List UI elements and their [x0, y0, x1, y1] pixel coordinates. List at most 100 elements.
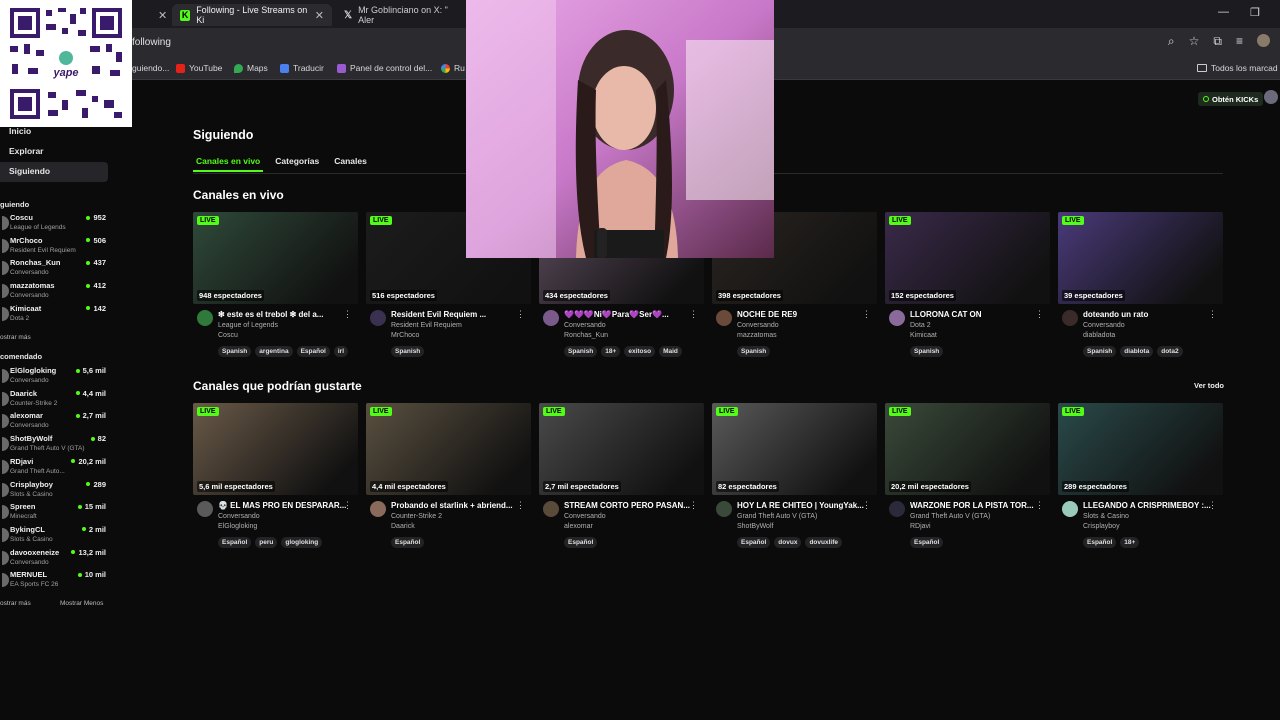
channel-name[interactable]: Ronchas_Kun	[564, 332, 608, 339]
tag-chip[interactable]: dovuxlife	[805, 537, 842, 548]
more-options-icon[interactable]: ⋮	[516, 500, 525, 511]
bookmark-star-icon[interactable]: ☆	[1189, 34, 1200, 49]
extensions-icon[interactable]: ⧉	[1213, 34, 1222, 49]
get-kicks-button[interactable]: Obtén KICKs	[1198, 92, 1264, 106]
more-options-icon[interactable]: ⋮	[689, 500, 698, 511]
tag-chip[interactable]: argentina	[255, 346, 293, 357]
stream-title[interactable]: WARZONE POR LA PISTA TOR...	[910, 501, 1040, 510]
sidebar-channel[interactable]: ShotByWolf Grand Theft Auto V (GTA) 82	[0, 434, 110, 456]
more-options-icon[interactable]: ⋮	[862, 500, 871, 511]
more-options-icon[interactable]: ⋮	[689, 309, 698, 320]
stream-category[interactable]: Conversando	[1083, 322, 1125, 329]
stream-title[interactable]: ❇ este es el trebol ❇ del a...	[218, 310, 348, 319]
stream-card[interactable]: LIVE 39 espectadores doteando un rato ⋮ Conv…	[1058, 212, 1223, 362]
tag-chip[interactable]: Spanish	[218, 346, 252, 357]
channel-avatar[interactable]	[889, 310, 905, 326]
more-options-icon[interactable]: ⋮	[343, 309, 352, 320]
tag-chip[interactable]: Español	[218, 537, 252, 548]
sidebar-channel[interactable]: Coscu League of Legends 952	[0, 213, 110, 235]
stream-category[interactable]: League of Legends	[218, 322, 278, 329]
channel-avatar[interactable]	[370, 501, 386, 517]
sidebar-channel[interactable]: Daarick Counter-Strike 2 4,4 mil	[0, 389, 110, 411]
bookmark-maps[interactable]: Maps	[234, 63, 268, 73]
stream-title[interactable]: doteando un rato	[1083, 310, 1213, 319]
stream-category[interactable]: Grand Theft Auto V (GTA)	[910, 513, 990, 520]
tab-close-previous[interactable]: ✕	[150, 4, 167, 26]
tag-chip[interactable]: diablota	[1120, 346, 1154, 357]
stream-card[interactable]: LIVE 152 espectadores LLORONA CAT ON ⋮ Dota …	[885, 212, 1050, 362]
tag-chip[interactable]: Español	[296, 346, 330, 357]
tag-chip[interactable]: 18+	[601, 346, 621, 357]
channel-name[interactable]: mazzatomas	[737, 332, 777, 339]
tag-chip[interactable]: exitoso	[624, 346, 656, 357]
sidebar-channel[interactable]: mazzatomas Conversando 412	[0, 281, 110, 303]
tag-chip[interactable]: Spanish	[564, 346, 598, 357]
channel-name[interactable]: Kimicaat	[910, 332, 937, 339]
channel-avatar[interactable]	[197, 310, 213, 326]
tab-categories[interactable]: Categorías	[272, 156, 322, 172]
stream-category[interactable]: Conversando	[564, 322, 606, 329]
bookmarks-folder[interactable]: Todos los marcad	[1197, 63, 1278, 73]
channel-name[interactable]: Crisplayboy	[1083, 523, 1120, 530]
sidebar-channel[interactable]: Spreen Minecraft 15 mil	[0, 502, 110, 524]
more-options-icon[interactable]: ⋮	[1208, 309, 1217, 320]
stream-title[interactable]: LLORONA CAT ON	[910, 310, 1040, 319]
stream-category[interactable]: Conversando	[737, 322, 779, 329]
tag-chip[interactable]: Spanish	[910, 346, 944, 357]
tag-chip[interactable]: peru	[255, 537, 278, 548]
channel-avatar[interactable]	[370, 310, 386, 326]
stream-card[interactable]: LIVE 289 espectadores LLEGANDO A CRISPRIME…	[1058, 403, 1223, 553]
stream-thumbnail[interactable]: LIVE 152 espectadores	[885, 212, 1050, 304]
close-icon[interactable]: ✕	[158, 9, 167, 22]
stream-thumbnail[interactable]: LIVE 20,2 mil espectadores	[885, 403, 1050, 495]
stream-category[interactable]: Resident Evil Requiem	[391, 322, 462, 329]
show-more-link[interactable]: ostrar más	[0, 334, 31, 341]
stream-category[interactable]: Counter-Strike 2	[391, 513, 442, 520]
tab-following[interactable]: K Following - Live Streams on Ki ✕	[172, 4, 332, 26]
channel-avatar[interactable]	[543, 310, 559, 326]
stream-category[interactable]: Grand Theft Auto V (GTA)	[737, 513, 817, 520]
tab-x[interactable]: 𝕏 Mr Goblinciano on X: " Aler	[336, 4, 466, 26]
user-avatar[interactable]	[1264, 90, 1278, 104]
stream-card[interactable]: LIVE 2,7 mil espectadores STREAM CORTO PER…	[539, 403, 704, 553]
tag-chip[interactable]: Spanish	[1083, 346, 1117, 357]
more-options-icon[interactable]: ⋮	[516, 309, 525, 320]
tag-chip[interactable]: Español	[1083, 537, 1117, 548]
stream-title[interactable]: Probando el starlink + abriend...	[391, 501, 521, 510]
stream-thumbnail[interactable]: LIVE 5,6 mil espectadores	[193, 403, 358, 495]
tag-chip[interactable]: Spanish	[391, 346, 425, 357]
channel-name[interactable]: RDjavi	[910, 523, 931, 530]
stream-card[interactable]: LIVE 5,6 mil espectadores 💀 EL MAS PRO EN …	[193, 403, 358, 553]
stream-thumbnail[interactable]: LIVE 2,7 mil espectadores	[539, 403, 704, 495]
nav-following[interactable]: Siguiendo	[0, 162, 108, 182]
restore-icon[interactable]: ❐	[1250, 6, 1260, 19]
stream-thumbnail[interactable]: LIVE 948 espectadores	[193, 212, 358, 304]
channel-avatar[interactable]	[716, 310, 732, 326]
show-less-link[interactable]: Mostrar Menos	[60, 600, 103, 607]
nav-explore[interactable]: Explorar	[0, 142, 108, 162]
stream-card[interactable]: LIVE 4,4 mil espectadores Probando el star…	[366, 403, 531, 553]
media-icon[interactable]: ≡	[1236, 34, 1243, 49]
zoom-icon[interactable]: ⌕	[1168, 34, 1175, 49]
bookmark-item[interactable]: guiendo...	[132, 63, 169, 73]
channel-avatar[interactable]	[197, 501, 213, 517]
sidebar-channel[interactable]: davooxeneize Conversando 13,2 mil	[0, 548, 110, 570]
tag-chip[interactable]: dota2	[1157, 346, 1183, 357]
channel-name[interactable]: ElGlogloking	[218, 523, 257, 530]
sidebar-channel[interactable]: MrChoco Resident Evil Requiem 506	[0, 236, 110, 258]
stream-title[interactable]: Resident Evil Requiem ...	[391, 310, 521, 319]
bookmark-translate[interactable]: Traducir	[280, 63, 324, 73]
sidebar-channel[interactable]: Crisplayboy Slots & Casino 289	[0, 480, 110, 502]
stream-thumbnail[interactable]: LIVE 39 espectadores	[1058, 212, 1223, 304]
tag-chip[interactable]: Español	[391, 537, 425, 548]
tag-chip[interactable]: Español	[910, 537, 944, 548]
channel-avatar[interactable]	[716, 501, 732, 517]
more-options-icon[interactable]: ⋮	[862, 309, 871, 320]
show-more-link[interactable]: ostrar más	[0, 600, 31, 607]
tab-channels[interactable]: Canales	[331, 156, 370, 172]
channel-name[interactable]: ShotByWolf	[737, 523, 773, 530]
more-options-icon[interactable]: ⋮	[1208, 500, 1217, 511]
stream-title[interactable]: 💀 EL MAS PRO EN DESPARAR...	[218, 501, 348, 510]
minimize-icon[interactable]: —	[1218, 6, 1229, 18]
channel-name[interactable]: Daarick	[391, 523, 415, 530]
